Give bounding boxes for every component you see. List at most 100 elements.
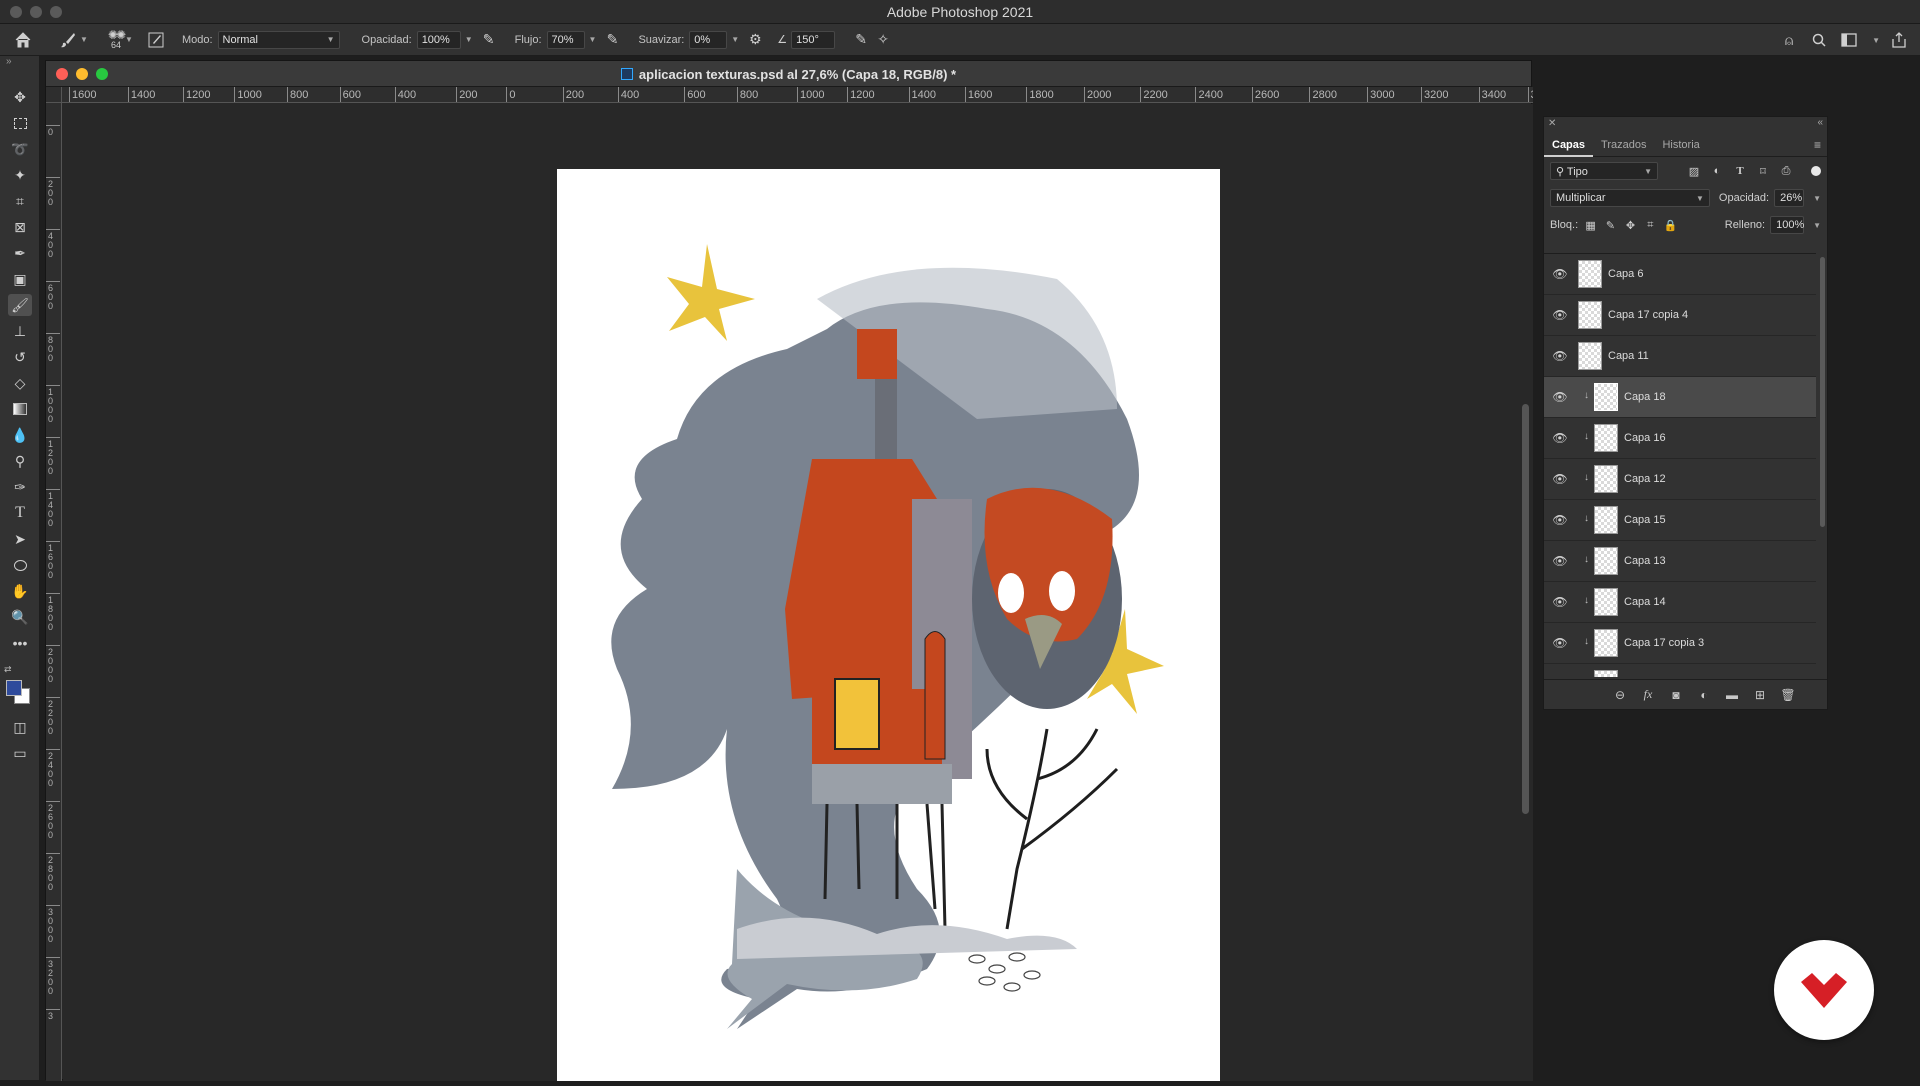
hand-tool[interactable]: ✋ xyxy=(8,580,32,602)
layer-row[interactable]: 👁↓ xyxy=(1544,664,1816,677)
chevron-down-icon[interactable]: ▼ xyxy=(1872,36,1880,45)
eye-icon[interactable]: 👁 xyxy=(1552,595,1568,609)
angle-input[interactable]: 150° xyxy=(791,30,836,49)
foreground-color-swatch[interactable] xyxy=(6,680,22,696)
layer-thumbnail[interactable] xyxy=(1594,465,1618,493)
healing-tool[interactable]: ▣ xyxy=(8,268,32,290)
lasso-tool[interactable]: ➰ xyxy=(8,138,32,160)
tool-preset-picker[interactable]: ▼ xyxy=(55,24,93,56)
layer-thumbnail[interactable] xyxy=(1578,342,1602,370)
home-button[interactable] xyxy=(0,24,37,56)
vertical-ruler[interactable]: 0 200 400 600 800 1000 1200 1400 1600 1800 2000 220… xyxy=(46,103,62,1081)
chevron-down-icon[interactable]: ▼ xyxy=(589,35,597,44)
layer-row[interactable]: 👁 Capa 11 xyxy=(1544,336,1816,377)
layer-thumbnail[interactable] xyxy=(1594,588,1618,616)
airbrush-button[interactable]: ✎ xyxy=(601,29,623,51)
eye-icon[interactable]: 👁 xyxy=(1552,308,1568,322)
dodge-tool[interactable]: ⚲ xyxy=(8,450,32,472)
canvas-area[interactable] xyxy=(63,104,1533,1081)
mode-select[interactable]: Normal ▼ xyxy=(217,30,340,49)
lock-all-button[interactable]: 🔒 xyxy=(1663,216,1678,234)
lock-transparent-button[interactable]: ▦ xyxy=(1583,216,1598,234)
delete-layer-button[interactable]: 🗑 xyxy=(1779,686,1797,704)
flow-input[interactable]: 70% xyxy=(546,30,585,49)
eye-icon[interactable]: 👁 xyxy=(1552,636,1568,650)
filter-adjustment-button[interactable]: ◐ xyxy=(1708,162,1726,180)
eye-icon[interactable]: 👁 xyxy=(1552,513,1568,527)
layer-thumbnail[interactable] xyxy=(1594,383,1618,411)
eraser-tool[interactable]: ◇ xyxy=(8,372,32,394)
blend-mode-select[interactable]: Multiplicar ▼ xyxy=(1550,189,1710,207)
layer-thumbnail[interactable] xyxy=(1594,670,1618,677)
layer-name[interactable]: Capa 15 xyxy=(1624,514,1666,526)
layer-row[interactable]: 👁 ↓ Capa 17 copia 3 xyxy=(1544,623,1816,664)
screen-mode-button[interactable]: ▭ xyxy=(8,742,32,764)
layer-filter-select[interactable]: ⚲ Tipo ▼ xyxy=(1550,162,1658,180)
more-tools[interactable]: ••• xyxy=(8,632,32,654)
layer-thumbnail[interactable] xyxy=(1578,301,1602,329)
layer-row[interactable]: 👁 Capa 17 copia 4 xyxy=(1544,295,1816,336)
new-group-button[interactable]: ▬ xyxy=(1723,686,1741,704)
pressure-opacity-button[interactable]: ✎ xyxy=(478,29,500,51)
horizontal-ruler[interactable]: 1600 1400 1200 1000 800 600 400 200 0 200 400 600 80… xyxy=(62,87,1533,103)
layer-row[interactable]: 👁 ↓ Capa 13 xyxy=(1544,541,1816,582)
layer-name[interactable]: Capa 6 xyxy=(1608,268,1643,280)
lock-artboard-button[interactable]: ⌗ xyxy=(1643,216,1658,234)
layer-name[interactable]: Capa 18 xyxy=(1624,391,1666,403)
eye-icon[interactable]: 👁 xyxy=(1552,390,1568,404)
history-brush-tool[interactable]: ↺ xyxy=(8,346,32,368)
artboard[interactable] xyxy=(557,169,1220,1081)
stamp-tool[interactable]: ⊥ xyxy=(8,320,32,342)
chevron-down-icon[interactable]: ▼ xyxy=(1813,194,1821,203)
lock-pixels-button[interactable]: ✎ xyxy=(1603,216,1618,234)
collapse-panel-icon[interactable]: « xyxy=(1817,117,1823,128)
gradient-tool[interactable] xyxy=(8,398,32,420)
layers-scrollbar[interactable] xyxy=(1820,257,1825,527)
pressure-size-button[interactable]: ✎ xyxy=(850,29,872,51)
filter-shape-button[interactable]: ⌑ xyxy=(1754,162,1772,180)
layer-row[interactable]: 👁 Capa 6 xyxy=(1544,254,1816,295)
filter-toggle[interactable] xyxy=(1811,166,1821,176)
layer-name[interactable]: Capa 17 copia 3 xyxy=(1624,637,1704,649)
layer-name[interactable]: Capa 13 xyxy=(1624,555,1666,567)
document-tab[interactable]: aplicacion texturas.psd al 27,6% (Capa 1… xyxy=(46,61,1531,87)
eye-icon[interactable]: 👁 xyxy=(1552,431,1568,445)
swap-colors-icon[interactable]: ⇄ xyxy=(4,664,12,675)
chevron-down-icon[interactable]: ▼ xyxy=(1813,221,1821,230)
blur-tool[interactable]: 💧 xyxy=(8,424,32,446)
pen-tool[interactable]: ✑ xyxy=(8,476,32,498)
illustration[interactable] xyxy=(557,169,1220,1081)
fill-input[interactable]: 100% xyxy=(1770,216,1804,234)
layer-row[interactable]: 👁 ↓ Capa 15 xyxy=(1544,500,1816,541)
eyedropper-tool[interactable]: ✒ xyxy=(8,242,32,264)
link-layers-button[interactable]: ⊖ xyxy=(1611,686,1629,704)
marquee-tool[interactable] xyxy=(8,112,32,134)
smoothing-input[interactable]: 0% xyxy=(689,30,728,49)
layer-thumbnail[interactable] xyxy=(1578,260,1602,288)
collapse-icon[interactable]: » xyxy=(6,56,12,67)
new-layer-button[interactable]: ⊞ xyxy=(1751,686,1769,704)
brush-tool[interactable]: 🖌 xyxy=(8,294,32,316)
layer-name[interactable]: Capa 12 xyxy=(1624,473,1666,485)
layer-style-button[interactable]: fx xyxy=(1639,686,1657,704)
new-adjustment-button[interactable]: ◐ xyxy=(1695,686,1713,704)
ruler-origin[interactable] xyxy=(46,87,62,103)
layer-thumbnail[interactable] xyxy=(1594,629,1618,657)
brush-settings-toggle[interactable] xyxy=(143,24,169,56)
tab-historia[interactable]: Historia xyxy=(1654,133,1707,157)
share-button[interactable] xyxy=(1888,29,1910,51)
ellipse-tool[interactable] xyxy=(8,554,32,576)
chevron-down-icon[interactable]: ▼ xyxy=(465,35,473,44)
filter-type-button[interactable]: T xyxy=(1731,162,1749,180)
layer-row[interactable]: 👁 ↓ Capa 14 xyxy=(1544,582,1816,623)
layer-name[interactable]: Capa 16 xyxy=(1624,432,1666,444)
layer-opacity-input[interactable]: 26% xyxy=(1774,189,1805,207)
eye-icon[interactable]: 👁 xyxy=(1552,554,1568,568)
lock-position-button[interactable]: ✥ xyxy=(1623,216,1638,234)
smoothing-options-button[interactable]: ⚙ xyxy=(744,29,766,51)
zoom-tool[interactable]: 🔍 xyxy=(8,606,32,628)
chevron-down-icon[interactable]: ▼ xyxy=(731,35,739,44)
magic-wand-tool[interactable]: ✦ xyxy=(8,164,32,186)
layer-thumbnail[interactable] xyxy=(1594,506,1618,534)
tab-capas[interactable]: Capas xyxy=(1544,133,1594,157)
